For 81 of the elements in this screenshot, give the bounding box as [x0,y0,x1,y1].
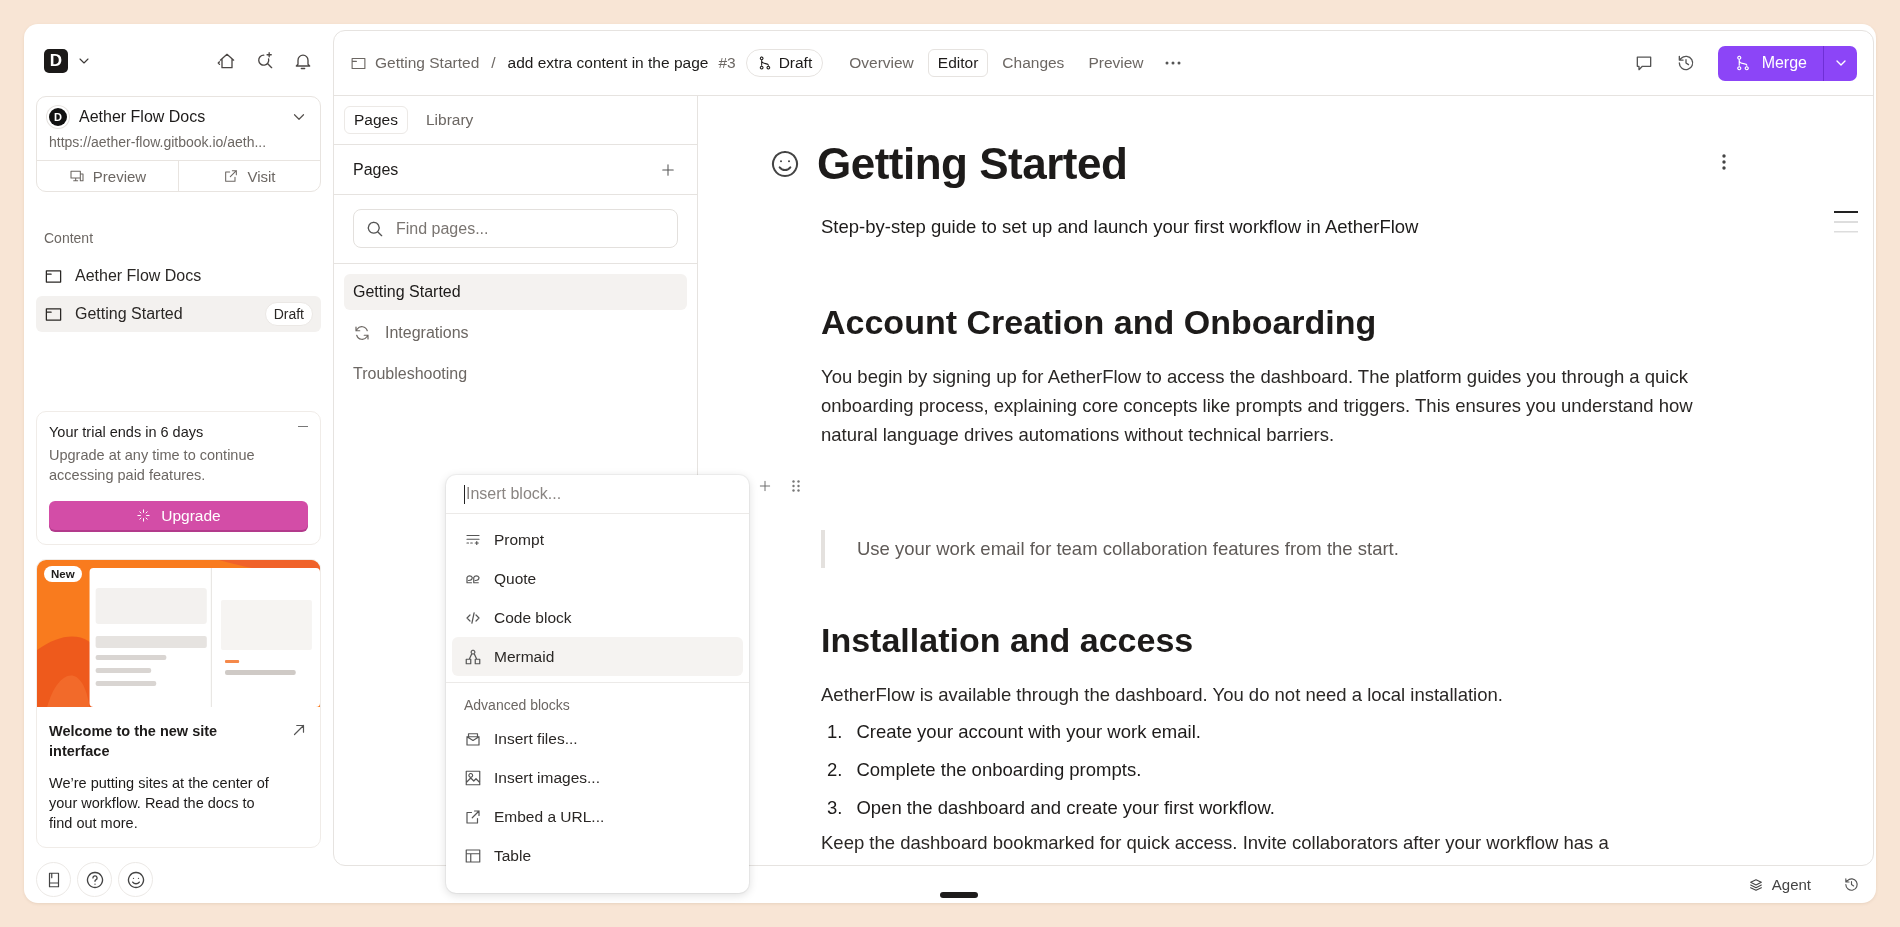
preview-button[interactable]: Preview [37,161,178,191]
help-button[interactable] [77,862,112,897]
page-item[interactable]: Integrations [344,315,687,351]
section-heading: Account Creation and Onboarding [821,302,1378,343]
site-logo: D [49,108,67,126]
more-icon[interactable] [1721,153,1727,171]
status-badge: Draft [264,302,313,326]
panel-tab[interactable]: Pages [344,106,408,134]
search-icon [365,219,385,239]
section-label: Content [44,230,95,246]
merge-options-button[interactable] [1823,45,1857,81]
menu-item[interactable]: Insert images... [452,758,743,797]
drag-handle-icon[interactable] [792,480,800,492]
outline-icon[interactable] [1834,211,1858,233]
change-request-title: add extra content in the page [507,54,709,72]
paragraph: AetherFlow is available through the dashboard. You do not need a local installation. [821,683,1504,707]
menu-item[interactable]: Insert files... [452,719,743,758]
site-name[interactable]: Aether Flow Docs [79,108,206,126]
search-field[interactable]: Find pages... [353,209,678,248]
sparkle-icon [136,508,152,523]
page-description: Step-by-step guide to set up and launch your first workflow in AetherFlow [821,215,1420,239]
menu-item[interactable]: Table [452,836,743,875]
nav-item[interactable]: Getting Started Draft [36,296,321,332]
upgrade-button[interactable]: Upgrade [49,501,308,530]
smiley-icon [125,869,146,890]
promo-text: We’re putting sites at the center of your workflow. Read the docs to find out more. [49,774,270,833]
view-tab[interactable]: Preview [1078,49,1154,77]
image-icon [464,768,482,787]
new-badge: New [44,566,82,582]
list-number: 3. [827,796,843,820]
view-tab[interactable]: Changes [992,49,1075,77]
workspace-logo[interactable]: D [44,49,68,73]
nav-item[interactable]: Aether Flow Docs [36,258,321,294]
panel-tab[interactable]: Library [415,106,484,134]
section-heading: Installation and access [821,620,1195,661]
list-item: Create your account with your work email. [856,720,1201,744]
feedback-button[interactable] [118,862,153,897]
breadcrumb-link[interactable]: Getting Started [375,54,480,72]
search-icon[interactable] [255,51,275,71]
trial-text: Upgrade at any time to continue accessing paid features. [49,446,256,485]
list-number: 1. [827,720,843,744]
list-number: 2. [827,758,843,782]
help-icon [84,869,105,890]
sync-icon [353,324,371,342]
list-item: Complete the onboarding prompts. [856,758,1142,782]
menu-section-label: Advanced blocks [463,696,571,715]
devices-icon [68,168,85,184]
view-tab[interactable]: Editor [927,49,989,77]
menu-item[interactable]: Prompt [452,520,743,559]
quote-block: Use your work email for team collaboration features from the start. [821,530,1711,568]
paragraph: You begin by signing up for AetherFlow to access the dashboard. The platform guides you through a quick onboarding process, explaining core concepts like prompts and triggers. This ensures you understand how natural language drives automations without technical barriers. [821,365,1694,447]
page-title: Getting Started [817,138,1128,190]
view-tab[interactable]: Overview [839,49,924,77]
panel-heading: Pages [353,160,399,179]
diagram-icon [464,647,482,666]
list-item: Open the dashboard and create your first workflow. [856,796,1275,820]
resize-handle[interactable] [940,892,978,898]
more-icon[interactable] [1163,60,1182,66]
menu-item[interactable]: Code block [452,598,743,637]
external-link-icon [464,807,482,826]
page-item[interactable]: Getting Started [344,274,687,310]
external-link-icon [223,168,240,184]
menu-item[interactable]: Mermaid [452,637,743,676]
table-icon [464,846,482,865]
history-icon[interactable] [1843,876,1860,893]
agent-button[interactable]: Agent [1741,875,1817,894]
visit-button[interactable]: Visit [178,161,320,191]
menu-item[interactable]: Embed a URL... [452,797,743,836]
layers-icon [1747,876,1764,893]
trial-title: Your trial ends in 6 days [49,424,204,440]
home-icon[interactable] [217,51,237,71]
merge-button[interactable]: Merge [1717,45,1823,81]
docs-button[interactable] [36,862,71,897]
breadcrumb-separator: / [491,54,496,72]
paragraph: Keep the dashboard bookmarked for quick access. Invite collaborators after your workflow has a [821,831,1610,855]
page-item[interactable]: Troubleshooting [344,356,687,392]
site-url: https://aether-flow.gitbook.io/aeth... [48,133,268,152]
promo-title: Welcome to the new site interface [49,722,219,761]
menu-item[interactable]: Quote [452,559,743,598]
emoji-icon[interactable] [769,148,801,180]
change-request-number: #3 [718,54,736,72]
